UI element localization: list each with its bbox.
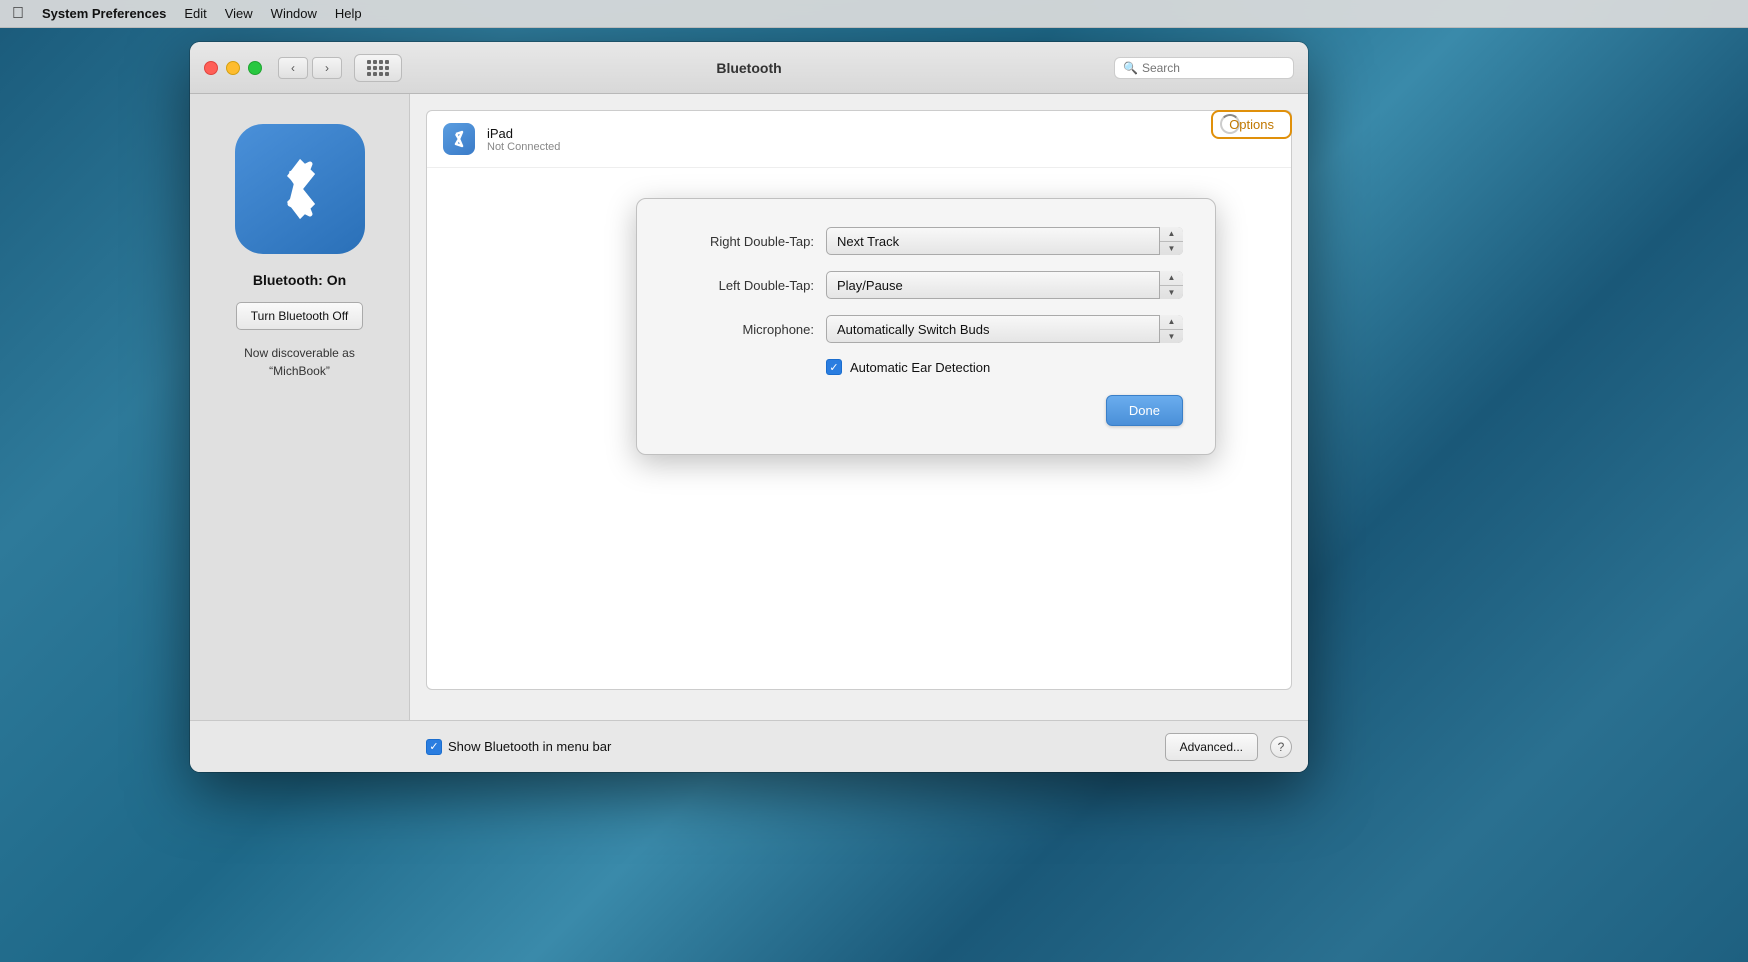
window-title: Bluetooth [716, 60, 781, 76]
device-info: iPad Not Connected [487, 126, 560, 153]
back-button[interactable]: ‹ [278, 57, 308, 79]
arrow-down-icon[interactable]: ▼ [1160, 242, 1183, 256]
arrow-up-icon[interactable]: ▲ [1160, 315, 1183, 330]
arrow-up-icon[interactable]: ▲ [1160, 271, 1183, 286]
system-preferences-window: ‹ › Bluetooth 🔍 [190, 42, 1308, 772]
arrow-down-icon[interactable]: ▼ [1160, 286, 1183, 300]
ear-detection-label: Automatic Ear Detection [850, 360, 990, 375]
menubar-window[interactable]: Window [271, 6, 317, 21]
apple-menu[interactable]:  [12, 5, 24, 23]
minimize-button[interactable] [226, 61, 240, 75]
bluetooth-logo-icon [265, 154, 335, 224]
ear-detection-checkbox[interactable]: ✓ [826, 359, 842, 375]
device-name: iPad [487, 126, 560, 141]
search-icon: 🔍 [1123, 61, 1138, 75]
help-button[interactable]: ? [1270, 736, 1292, 758]
right-double-tap-row: Right Double-Tap: Next Track ▲ ▼ [669, 227, 1183, 255]
show-menubar-row: ✓ Show Bluetooth in menu bar [426, 739, 611, 755]
bluetooth-icon-circle [235, 124, 365, 254]
arrow-up-icon[interactable]: ▲ [1160, 227, 1183, 242]
window-body: Bluetooth: On Turn Bluetooth Off Now dis… [190, 94, 1308, 720]
options-button[interactable]: Options [1211, 110, 1292, 139]
grid-view-button[interactable] [354, 54, 402, 82]
options-popover: Right Double-Tap: Next Track ▲ ▼ Left Do… [636, 198, 1216, 455]
maximize-button[interactable] [248, 61, 262, 75]
done-button[interactable]: Done [1106, 395, 1183, 426]
arrow-down-icon[interactable]: ▼ [1160, 330, 1183, 344]
menubar-app-name[interactable]: System Preferences [42, 6, 166, 21]
nav-buttons: ‹ › [278, 57, 342, 79]
discoverable-device-name: “MichBook” [269, 364, 330, 378]
bluetooth-device-icon [450, 130, 468, 148]
traffic-lights [204, 61, 262, 75]
microphone-arrows[interactable]: ▲ ▼ [1159, 315, 1183, 343]
menubar:  System Preferences Edit View Window He… [0, 0, 1748, 28]
right-double-tap-label: Right Double-Tap: [669, 234, 814, 249]
right-double-tap-select[interactable]: Next Track [826, 227, 1183, 255]
search-box[interactable]: 🔍 [1114, 57, 1294, 79]
left-double-tap-select[interactable]: Play/Pause [826, 271, 1183, 299]
done-row: Done [669, 395, 1183, 426]
microphone-select-wrapper: Automatically Switch Buds ▲ ▼ [826, 315, 1183, 343]
bluetooth-status: Bluetooth: On [253, 272, 346, 288]
advanced-button[interactable]: Advanced... [1165, 733, 1258, 761]
microphone-select[interactable]: Automatically Switch Buds [826, 315, 1183, 343]
menubar-edit[interactable]: Edit [184, 6, 206, 21]
device-bluetooth-icon [443, 123, 475, 155]
show-menubar-label: Show Bluetooth in menu bar [448, 739, 611, 754]
left-double-tap-row: Left Double-Tap: Play/Pause ▲ ▼ [669, 271, 1183, 299]
left-panel: Bluetooth: On Turn Bluetooth Off Now dis… [190, 94, 410, 720]
microphone-row: Microphone: Automatically Switch Buds ▲ … [669, 315, 1183, 343]
right-double-tap-select-wrapper: Next Track ▲ ▼ [826, 227, 1183, 255]
microphone-label: Microphone: [669, 322, 814, 337]
grid-icon [367, 60, 389, 76]
discoverable-line1: Now discoverable as [244, 346, 355, 360]
bottom-bar: ✓ Show Bluetooth in menu bar Advanced...… [190, 720, 1308, 772]
turn-bluetooth-off-button[interactable]: Turn Bluetooth Off [236, 302, 363, 330]
device-connection-status: Not Connected [487, 141, 560, 153]
menubar-view[interactable]: View [225, 6, 253, 21]
forward-button[interactable]: › [312, 57, 342, 79]
titlebar: ‹ › Bluetooth 🔍 [190, 42, 1308, 94]
menubar-help[interactable]: Help [335, 6, 362, 21]
search-input[interactable] [1142, 61, 1285, 75]
show-menubar-checkbox[interactable]: ✓ [426, 739, 442, 755]
close-button[interactable] [204, 61, 218, 75]
left-double-tap-select-wrapper: Play/Pause ▲ ▼ [826, 271, 1183, 299]
device-item-ipad: iPad Not Connected [427, 111, 1291, 168]
ear-detection-row: ✓ Automatic Ear Detection [826, 359, 1183, 375]
left-double-tap-label: Left Double-Tap: [669, 278, 814, 293]
discoverable-text: Now discoverable as “MichBook” [244, 344, 355, 380]
left-double-tap-arrows[interactable]: ▲ ▼ [1159, 271, 1183, 299]
right-double-tap-arrows[interactable]: ▲ ▼ [1159, 227, 1183, 255]
right-panel: Options iPad Not Connected [410, 94, 1308, 720]
